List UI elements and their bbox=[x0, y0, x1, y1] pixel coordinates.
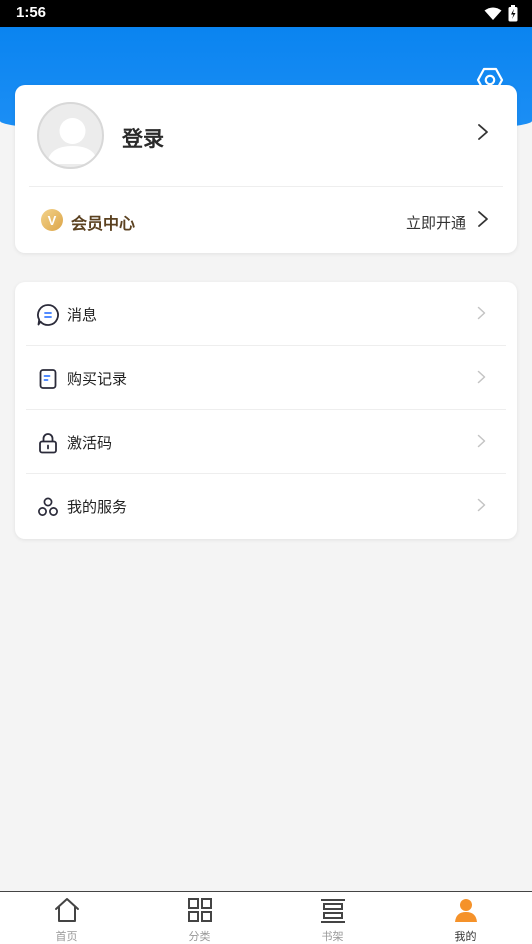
vip-center-label[interactable]: 会员中心 bbox=[71, 210, 135, 234]
bookshelf-icon bbox=[319, 896, 347, 924]
battery-icon bbox=[508, 5, 518, 22]
tab-label: 书架 bbox=[321, 930, 344, 943]
profile-card: 登录 V 会员中心 立即开通 bbox=[15, 85, 517, 253]
tab-home[interactable]: 首页 bbox=[0, 892, 133, 944]
status-icons bbox=[484, 5, 518, 22]
tab-label: 我的 bbox=[454, 930, 477, 943]
menu-item-my-services[interactable]: 我的服务 bbox=[26, 474, 506, 538]
menu-item-activation-code[interactable]: 激活码 bbox=[26, 410, 506, 474]
message-icon bbox=[36, 303, 60, 327]
home-icon bbox=[53, 896, 81, 924]
divider bbox=[29, 186, 503, 187]
tab-mine[interactable]: 我的 bbox=[399, 892, 532, 944]
tab-category[interactable]: 分类 bbox=[133, 892, 266, 944]
status-bar: 1:56 bbox=[0, 0, 532, 27]
purchase-record-icon bbox=[36, 367, 60, 391]
chevron-right-icon[interactable] bbox=[477, 210, 489, 228]
bottom-tab-bar: 首页 分类 书架 我的 bbox=[0, 891, 532, 944]
login-label[interactable]: 登录 bbox=[122, 123, 164, 153]
chevron-right-icon bbox=[477, 434, 486, 448]
menu-item-label: 消息 bbox=[67, 306, 98, 324]
tab-bookshelf[interactable]: 书架 bbox=[266, 892, 399, 944]
tab-label: 首页 bbox=[55, 930, 78, 943]
status-time: 1:56 bbox=[16, 4, 47, 21]
menu-item-purchase-records[interactable]: 购买记录 bbox=[26, 346, 506, 410]
chevron-right-icon bbox=[477, 306, 486, 320]
menu-item-label: 我的服务 bbox=[67, 498, 128, 516]
chevron-right-icon bbox=[477, 498, 486, 512]
category-grid-icon bbox=[186, 896, 214, 924]
vip-activate-link[interactable]: 立即开通 bbox=[406, 212, 466, 233]
lock-icon bbox=[36, 431, 60, 455]
avatar[interactable] bbox=[37, 102, 104, 169]
person-icon bbox=[452, 896, 480, 924]
vip-badge-icon: V bbox=[41, 209, 63, 231]
menu-card: 消息 购买记录 激活码 我的服务 bbox=[15, 282, 517, 539]
chevron-right-icon bbox=[477, 370, 486, 384]
tab-label: 分类 bbox=[188, 930, 211, 943]
menu-item-messages[interactable]: 消息 bbox=[26, 282, 506, 346]
menu-item-label: 购买记录 bbox=[67, 370, 128, 388]
wifi-icon bbox=[484, 7, 502, 20]
default-avatar-icon bbox=[47, 118, 98, 164]
services-icon bbox=[36, 495, 60, 519]
chevron-right-icon[interactable] bbox=[477, 123, 489, 141]
menu-item-label: 激活码 bbox=[67, 434, 113, 452]
